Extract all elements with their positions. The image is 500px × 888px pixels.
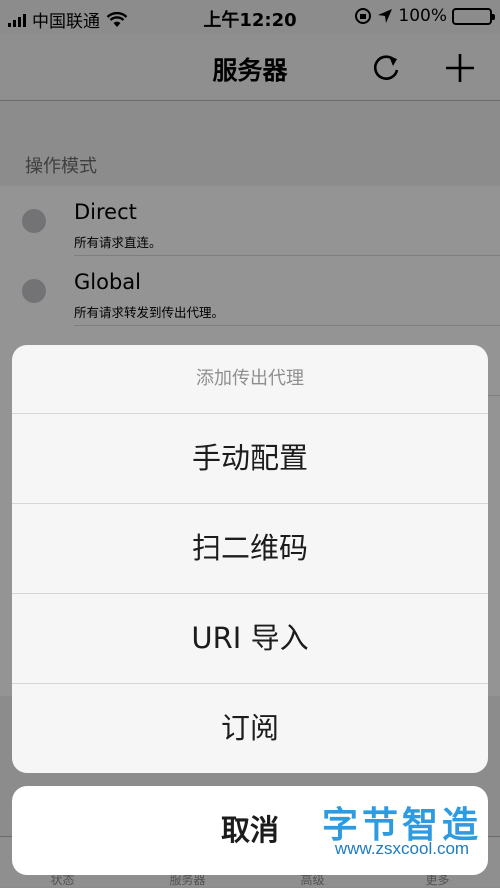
watermark: 字节智造 www.zsxcool.com: [308, 796, 496, 862]
manual-config-button[interactable]: 手动配置: [12, 414, 488, 504]
action-sheet: 添加传出代理 手动配置 扫二维码 URI 导入 订阅: [12, 345, 488, 773]
action-sheet-title: 添加传出代理: [12, 345, 488, 414]
scan-qr-button[interactable]: 扫二维码: [12, 504, 488, 594]
subscribe-button[interactable]: 订阅: [12, 684, 488, 772]
uri-import-button[interactable]: URI 导入: [12, 594, 488, 684]
watermark-url: www.zsxcool.com: [334, 839, 470, 858]
